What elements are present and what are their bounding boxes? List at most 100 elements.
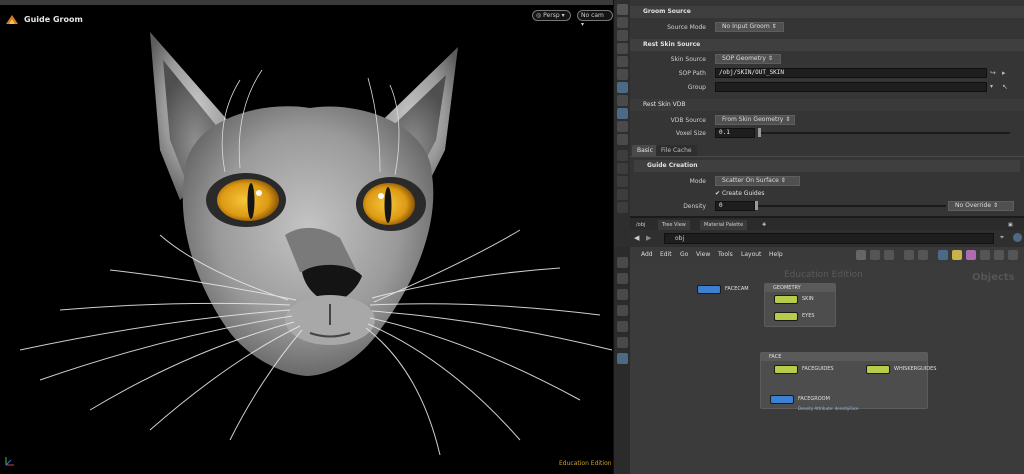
network-box-geometry-title: GEOMETRY bbox=[765, 284, 835, 292]
mode-label: Mode bbox=[689, 178, 706, 185]
shape-palette-icon[interactable] bbox=[980, 250, 990, 260]
display-flag-icon[interactable] bbox=[938, 250, 948, 260]
tab-material-palette[interactable]: Material Palette bbox=[700, 220, 748, 230]
sop-path-label: SOP Path bbox=[678, 70, 706, 77]
comb-tool-icon[interactable] bbox=[617, 176, 628, 187]
smooth-tool-icon[interactable] bbox=[617, 202, 628, 213]
dots-icon[interactable] bbox=[617, 353, 628, 364]
zoom-icon[interactable] bbox=[617, 289, 628, 300]
group-dropdown-icon[interactable]: ▾ bbox=[990, 83, 993, 90]
select-mode-icon[interactable] bbox=[617, 257, 628, 268]
align-icon[interactable] bbox=[884, 250, 894, 260]
tab-tree-view[interactable]: Tree View bbox=[658, 220, 690, 230]
voxel-size-slider[interactable] bbox=[758, 132, 1010, 134]
grid-snap-icon[interactable] bbox=[904, 250, 914, 260]
light-icon[interactable] bbox=[617, 95, 628, 106]
skin-source-dropdown[interactable]: SOP Geometry ⇕ bbox=[715, 54, 781, 64]
tab-basic[interactable]: Basic bbox=[632, 145, 658, 156]
source-mode-dropdown[interactable]: No Input Groom ⇕ bbox=[715, 22, 784, 32]
node-eyes[interactable] bbox=[774, 312, 798, 321]
tab-obj[interactable]: /obj bbox=[632, 220, 649, 230]
network-education-watermark: Education Edition bbox=[784, 270, 863, 280]
pan-icon[interactable] bbox=[617, 273, 628, 284]
background-icon[interactable] bbox=[617, 121, 628, 132]
display-options-icon[interactable] bbox=[617, 4, 628, 15]
camera-icon[interactable] bbox=[617, 69, 628, 80]
density-override-dropdown[interactable]: No Override ⇕ bbox=[948, 201, 1014, 211]
shading-icon[interactable] bbox=[617, 108, 628, 119]
network-box-face-title: FACE bbox=[761, 353, 927, 361]
section-rest-skin-source[interactable]: Rest Skin Source bbox=[630, 39, 1024, 51]
create-guides-checkbox[interactable]: ✔ Create Guides bbox=[715, 190, 765, 197]
voxel-size-slider-knob[interactable] bbox=[758, 128, 761, 137]
lock-icon[interactable] bbox=[617, 43, 628, 54]
node-facecam[interactable] bbox=[697, 285, 721, 294]
wire-icon[interactable] bbox=[617, 17, 628, 28]
menu-go[interactable]: Go bbox=[680, 251, 688, 258]
density-override-value: No Override bbox=[955, 202, 992, 209]
network-path-field[interactable]: obj bbox=[664, 233, 994, 244]
menu-layout[interactable]: Layout bbox=[741, 251, 761, 258]
density-slider-knob[interactable] bbox=[755, 201, 758, 210]
select-tool-icon[interactable] bbox=[617, 150, 628, 161]
network-box-icon[interactable] bbox=[617, 337, 628, 348]
skin-source-label: Skin Source bbox=[670, 56, 706, 63]
section-guide-creation[interactable]: Guide Creation bbox=[634, 160, 1020, 172]
quick-marks-icon[interactable] bbox=[994, 250, 1004, 260]
pin-icon[interactable]: ⌖ bbox=[1000, 233, 1004, 242]
link-icon[interactable] bbox=[1013, 233, 1022, 242]
path-jump-icon[interactable]: ↪ bbox=[990, 69, 996, 77]
node-faceguides[interactable] bbox=[774, 365, 798, 374]
node-chooser-icon[interactable]: ▸ bbox=[1002, 69, 1006, 77]
cut-tool-icon[interactable] bbox=[617, 189, 628, 200]
brush-tool-icon[interactable] bbox=[617, 163, 628, 174]
node-whiskerguides-label: WHISKERGUIDES bbox=[894, 366, 937, 372]
menu-add[interactable]: Add bbox=[641, 251, 653, 258]
network-canvas[interactable]: Education Edition Objects FACECAM GEOMET… bbox=[630, 263, 1024, 474]
cat-render bbox=[19, 32, 613, 456]
grid-icon[interactable] bbox=[617, 56, 628, 67]
node-skin[interactable] bbox=[774, 295, 798, 304]
network-path-bar: ◀ ▶ obj ⌖ bbox=[630, 230, 1024, 247]
cut-wire-icon[interactable] bbox=[617, 321, 628, 332]
layout-nodes-icon[interactable] bbox=[870, 250, 880, 260]
skin-source-value: SOP Geometry bbox=[722, 55, 766, 62]
back-icon[interactable]: ◀ bbox=[634, 234, 639, 242]
source-mode-value: No Input Groom bbox=[722, 23, 770, 30]
menu-edit[interactable]: Edit bbox=[660, 251, 672, 258]
density-field[interactable]: 0 bbox=[715, 201, 755, 211]
ghost-icon[interactable] bbox=[617, 30, 628, 41]
sticky-note-icon[interactable] bbox=[952, 250, 962, 260]
section-groom-source[interactable]: Groom Source bbox=[630, 6, 1024, 18]
snap-icon[interactable] bbox=[617, 82, 628, 93]
network-path-value: obj bbox=[675, 235, 685, 242]
forward-icon[interactable]: ▶ bbox=[646, 234, 651, 242]
info-icon[interactable] bbox=[1008, 250, 1018, 260]
node-eyes-label: EYES bbox=[802, 313, 815, 319]
section-rest-skin-vdb[interactable]: Rest Skin VDB bbox=[630, 99, 1024, 111]
color-palette-icon[interactable] bbox=[966, 250, 976, 260]
add-tab-icon[interactable]: ✚ bbox=[758, 220, 770, 230]
group-field[interactable] bbox=[715, 82, 987, 92]
tool-settings-icon[interactable] bbox=[856, 250, 866, 260]
node-whiskerguides[interactable] bbox=[866, 365, 890, 374]
density-label: Density bbox=[683, 203, 706, 210]
scene-viewport[interactable]: Guide Groom ◎ Persp ▾ No cam ▾ Education… bbox=[0, 0, 613, 474]
sop-path-field[interactable]: /obj/SKIN/OUT_SKIN bbox=[715, 68, 987, 78]
mode-dropdown[interactable]: Scatter On Surface ⇕ bbox=[715, 176, 800, 186]
menu-tools[interactable]: Tools bbox=[718, 251, 733, 258]
vdb-source-dropdown[interactable]: From Skin Geometry ⇕ bbox=[715, 115, 795, 125]
group-select-icon[interactable]: ↖ bbox=[1002, 83, 1008, 91]
tab-file-cache[interactable]: File Cache bbox=[656, 145, 697, 156]
education-edition-label: Education Edition bbox=[559, 460, 612, 467]
menu-help[interactable]: Help bbox=[769, 251, 783, 258]
node-faceguides-label: FACEGUIDES bbox=[802, 366, 834, 372]
guides-icon[interactable] bbox=[617, 134, 628, 145]
voxel-size-field[interactable]: 0.1 bbox=[715, 128, 755, 138]
frame-icon[interactable] bbox=[617, 305, 628, 316]
pane-menu-icon[interactable]: ▣ bbox=[1004, 220, 1017, 230]
network-view-icon[interactable] bbox=[918, 250, 928, 260]
menu-view[interactable]: View bbox=[696, 251, 710, 258]
node-facegroom[interactable] bbox=[770, 395, 794, 404]
density-slider[interactable] bbox=[758, 205, 946, 207]
